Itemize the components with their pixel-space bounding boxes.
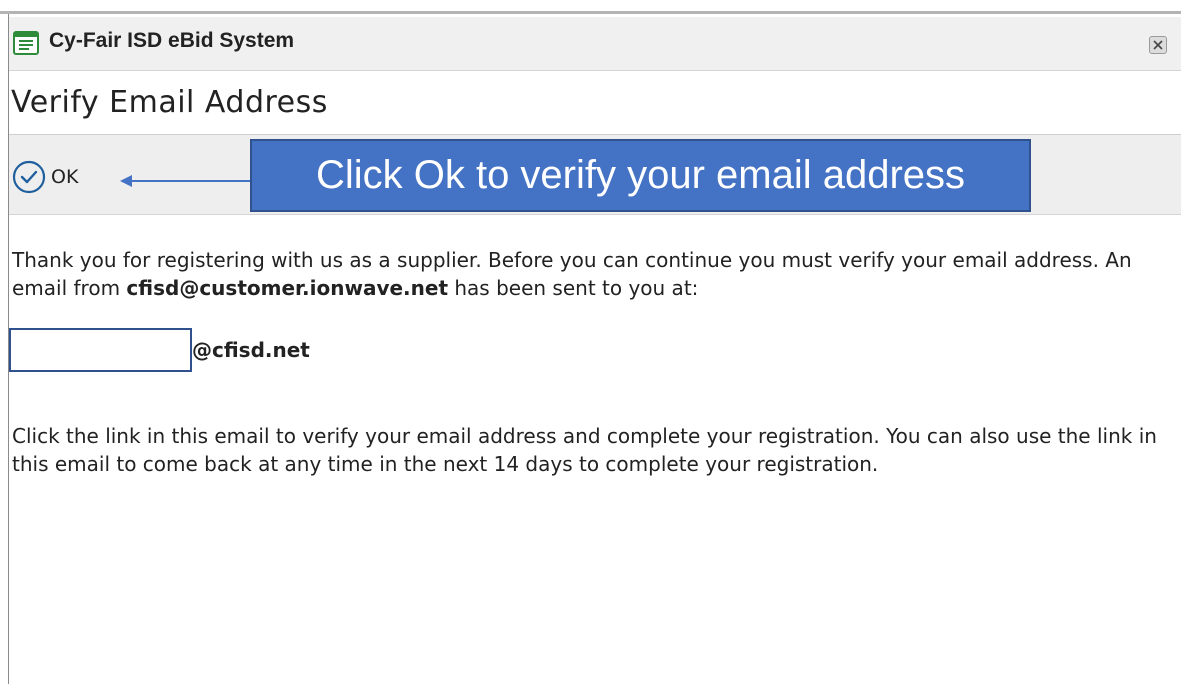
ok-label: OK bbox=[51, 166, 79, 188]
message-text-end: has been sent to you at: bbox=[448, 276, 699, 300]
redaction-box bbox=[9, 328, 192, 372]
page-header: Verify Email Address bbox=[9, 71, 1181, 135]
verification-message: Thank you for registering with us as a s… bbox=[12, 246, 1172, 302]
list-window-icon bbox=[13, 31, 39, 55]
recipient-domain: @cfisd.net bbox=[192, 338, 310, 362]
instruction-callout: Click Ok to verify your email address bbox=[250, 139, 1031, 212]
title-bar: Cy-Fair ISD eBid System bbox=[9, 17, 1181, 71]
sender-email: cfisd@customer.ionwave.net bbox=[126, 276, 449, 300]
check-circle-icon bbox=[11, 159, 47, 195]
close-button[interactable] bbox=[1149, 36, 1167, 54]
page-title: Verify Email Address bbox=[11, 85, 328, 120]
arrow-left-icon bbox=[120, 175, 250, 187]
ok-button[interactable]: OK bbox=[11, 159, 78, 195]
recipient-email: @cfisd.net bbox=[9, 328, 609, 376]
app-window: Cy-Fair ISD eBid System Verify Email Add… bbox=[0, 0, 1181, 684]
top-strip bbox=[0, 0, 1181, 14]
close-icon bbox=[1153, 40, 1163, 50]
instructions-paragraph: Click the link in this email to verify y… bbox=[12, 424, 1157, 476]
window-title: Cy-Fair ISD eBid System bbox=[49, 29, 295, 52]
